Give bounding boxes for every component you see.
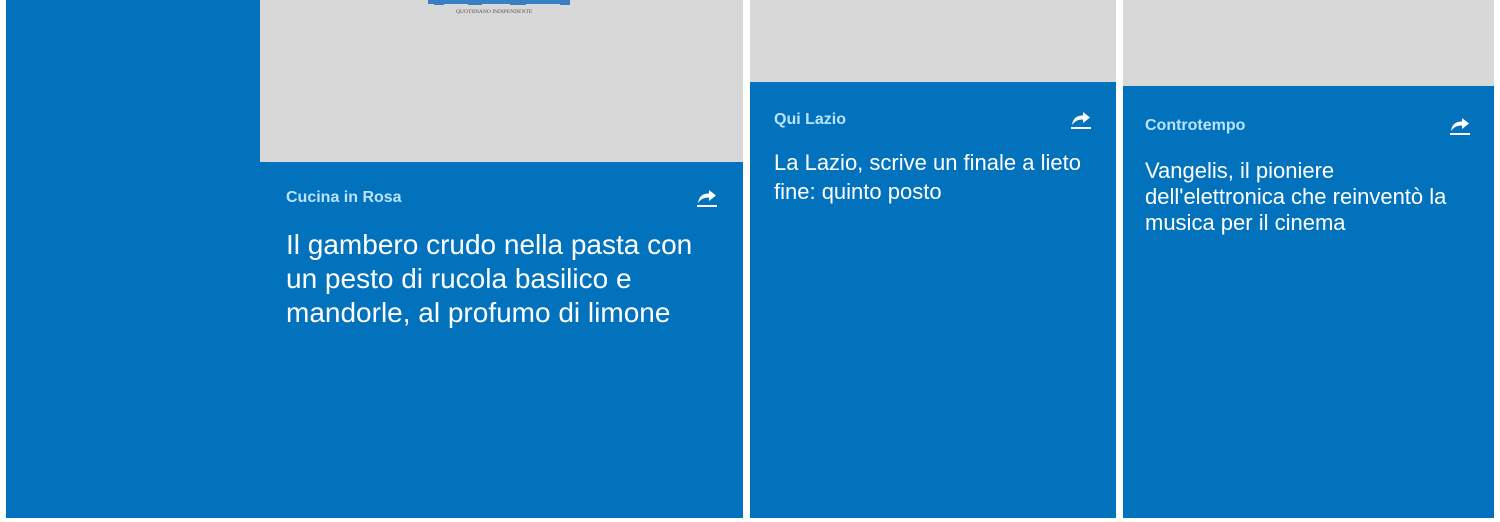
card-headline[interactable]: La Lazio, scrive un finale a lieto fine:… — [774, 148, 1104, 206]
card-headline[interactable]: Vangelis, il pioniere dell'elettronica c… — [1145, 158, 1475, 236]
card-category[interactable]: Cucina in Rosa — [286, 188, 402, 208]
card-image-placeholder[interactable] — [750, 0, 1116, 82]
news-card-controtempo[interactable]: Controtempo Vangelis, il pioniere dell'e… — [1123, 0, 1494, 518]
newspaper-logo: QUOTIDIANO INDIPENDENTE — [428, 0, 570, 15]
card-category[interactable]: Qui Lazio — [774, 110, 846, 130]
share-arrow-icon[interactable] — [694, 184, 720, 210]
logo-tagline: QUOTIDIANO INDIPENDENTE — [456, 9, 533, 15]
news-card-qui-lazio[interactable]: Qui Lazio La Lazio, scrive un finale a l… — [750, 0, 1116, 518]
card-image-placeholder[interactable]: QUOTIDIANO INDIPENDENTE — [260, 0, 743, 162]
card-category[interactable]: Controtempo — [1145, 116, 1245, 136]
share-arrow-icon[interactable] — [1447, 112, 1473, 138]
card-image-placeholder[interactable] — [1123, 0, 1494, 86]
news-card-cucina-in-rosa[interactable]: QUOTIDIANO INDIPENDENTE Cucina in Rosa I… — [6, 0, 743, 518]
share-arrow-icon[interactable] — [1068, 106, 1094, 132]
news-cards-strip: QUOTIDIANO INDIPENDENTE Cucina in Rosa I… — [0, 0, 1500, 522]
card-headline[interactable]: Il gambero crudo nella pasta con un pest… — [286, 228, 726, 330]
